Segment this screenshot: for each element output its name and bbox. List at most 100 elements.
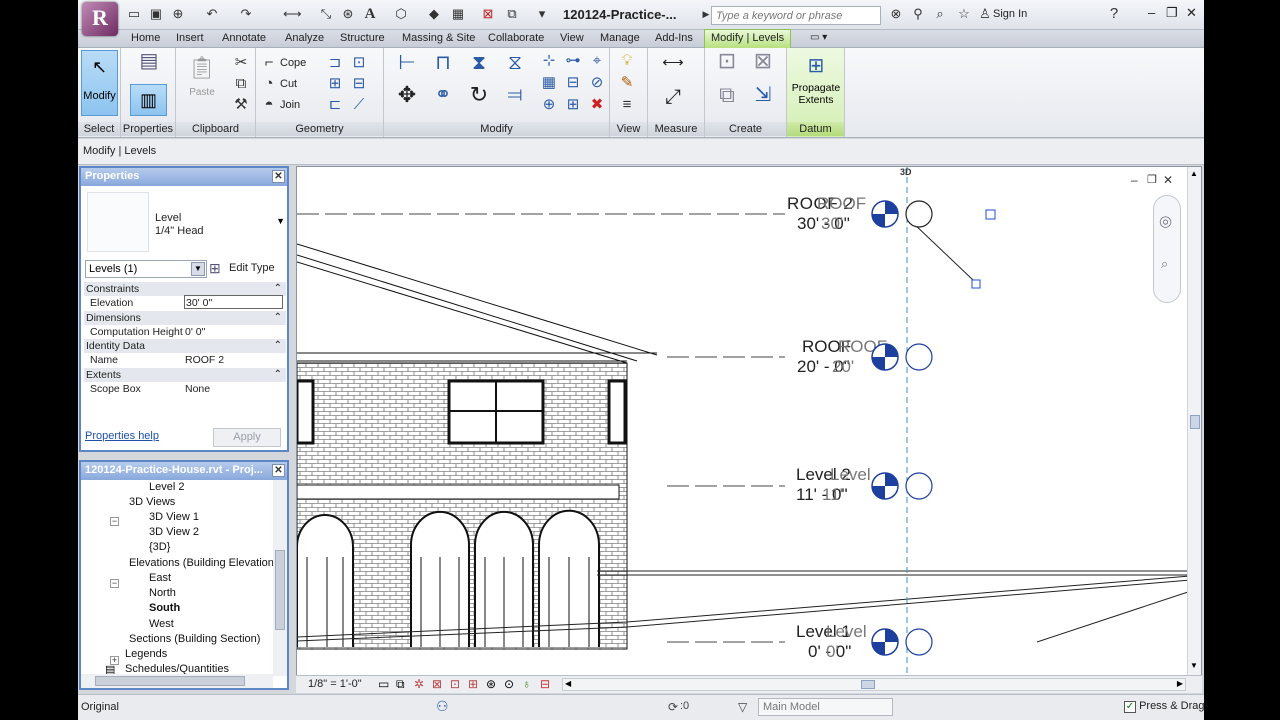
tree-item-3d-default[interactable]: {3D} [149,540,170,555]
chevron-down-icon[interactable]: ▼ [276,216,285,226]
properties-title-bar[interactable]: Properties ✕ [81,168,287,186]
tab-home[interactable]: Home [125,31,166,47]
cut-scissors-icon[interactable]: ✂ [232,54,250,72]
canvas-horizontal-scrollbar[interactable]: ◀ ▶ [562,678,1186,691]
category-dimensions[interactable]: Dimensions [84,310,286,325]
analytical-model-icon[interactable]: ♁ [522,677,531,691]
scroll-thumb[interactable] [95,676,245,686]
canvas-vertical-scrollbar[interactable]: ▲ ▼ [1187,167,1201,675]
align-icon[interactable]: ⊢ [394,53,420,80]
tab-analyze[interactable]: Analyze [279,31,330,47]
tab-structure[interactable]: Structure [334,31,391,47]
property-row-elevation[interactable]: Elevation 30' 0" [84,295,286,311]
tree-item-elevations[interactable]: Elevations (Building Elevation) [129,556,273,571]
pin-icon[interactable]: ⊕ [540,96,558,114]
tab-insert[interactable]: Insert [170,31,210,47]
tree-item-south[interactable]: South [149,601,180,616]
scroll-thumb[interactable] [1190,415,1200,429]
linework-icon[interactable]: ≡ [618,96,636,114]
create-group-icon[interactable]: ⊠ [749,50,777,80]
modify-button[interactable]: ↖ Modify [81,50,118,116]
category-constraints[interactable]: Constraints [84,282,286,296]
scroll-right-icon[interactable]: ▶ [1177,679,1183,688]
panel-label-view[interactable]: View [610,122,647,136]
apply-button[interactable]: Apply [213,428,281,447]
tree-item-3d-views[interactable]: 3D Views [129,495,175,510]
properties-button[interactable]: ▥ [130,84,167,116]
lock-icon[interactable]: ⊞ [564,96,582,114]
binoculars-icon[interactable]: ⊗ [888,6,904,22]
beam-icon[interactable]: ⟋ [350,96,368,114]
create-similar-icon[interactable]: ⊡ [713,50,741,80]
unpin-icon[interactable]: ⊘ [588,74,606,92]
level-bubble-level-1[interactable] [871,628,933,656]
filter-icon[interactable]: ▽ [738,700,747,714]
tab-manage[interactable]: Manage [594,31,646,47]
scroll-down-icon[interactable]: ▼ [1190,661,1198,670]
help-icon[interactable]: ? [1106,6,1122,22]
mirror-pick-axis-icon[interactable]: ⧗ [466,53,492,80]
join-roof-icon[interactable]: ⊏ [326,96,344,114]
save-icon[interactable]: ▣ [148,6,164,22]
property-value[interactable]: None [185,382,210,396]
close-icon[interactable]: ✕ [1163,173,1173,187]
panel-label-measure[interactable]: Measure [648,122,704,136]
property-value[interactable]: ROOF 2 [185,353,224,367]
level-bubble-level-2[interactable] [871,472,933,500]
edit-type-button[interactable]: Edit Type [229,262,275,274]
scroll-up-icon[interactable]: ▲ [1190,169,1198,178]
property-value[interactable]: 0' 0" [185,325,205,339]
section-icon[interactable]: ◆ [426,6,442,22]
detail-level-icon[interactable]: ▭ [378,677,389,691]
minimize-icon[interactable]: – [1131,173,1138,187]
undo-icon[interactable]: ↶ [204,6,220,22]
cope-icon[interactable]: ⌐ [260,54,278,72]
favorites-star-icon[interactable]: ☆ [956,6,972,22]
communication-icon[interactable]: ⌕ [932,6,948,22]
cut-geometry-button[interactable]: Cut [280,77,297,91]
create-assembly-icon[interactable]: ⇲ [749,85,777,114]
temporary-hide-icon[interactable]: ⊛ [486,677,496,691]
panel-label-select[interactable]: Select [78,122,120,136]
level-bubble-roof-2[interactable] [871,200,933,228]
customize-qat-icon[interactable]: ▾ [534,6,550,22]
tag-icon[interactable]: ⊛ [340,6,356,22]
join-icon[interactable]: ◓ [260,96,278,114]
tree-item-3d-view-2[interactable]: 3D View 2 [149,525,199,540]
close-icon[interactable]: ✕ [1186,5,1197,21]
split-face-icon[interactable]: ⊡ [350,54,368,72]
mirror-draw-axis-icon[interactable]: ⧖ [502,53,528,80]
3d-view-icon[interactable]: ⬡ [393,6,409,22]
scale-icon[interactable]: ⊟ [564,74,582,92]
property-row-scope-box[interactable]: Scope Box None [84,382,286,397]
measure-between-icon[interactable]: ⟷ [658,54,688,72]
browser-horizontal-scrollbar[interactable] [81,674,273,688]
restore-icon[interactable]: ❐ [1166,5,1178,21]
ribbon-minimize-toggle[interactable]: ▭ ▾ [804,31,833,47]
properties-help-link[interactable]: Properties help [85,430,159,442]
split-gap-icon[interactable]: ⊶ [564,52,582,70]
panel-label-properties[interactable]: Properties [121,122,175,136]
tab-modify-levels[interactable]: Modify | Levels [704,29,792,48]
paste-button[interactable]: 📋︎ Paste [184,52,220,110]
tab-collaborate[interactable]: Collaborate [482,31,550,47]
press-drag-toggle[interactable]: ✓ Press & Drag [1124,700,1204,713]
paint-icon[interactable]: ⊞ [326,75,344,93]
editable-only-icon[interactable]: ⟳ [668,700,678,714]
type-properties-icon[interactable]: ▤ [137,51,161,78]
copy-icon[interactable]: ⧉ [232,75,250,93]
aligned-dimension-icon[interactable]: ⤢ [658,87,688,107]
category-extents[interactable]: Extents [84,367,286,382]
tab-add-ins[interactable]: Add-Ins [649,31,699,47]
worksets-icon[interactable]: ⚇ [436,698,449,715]
tab-annotate[interactable]: Annotate [216,31,272,47]
match-properties-icon[interactable]: ⚒ [232,96,250,114]
crop-view-icon[interactable]: ⊡ [450,677,460,691]
design-option-dropdown[interactable]: Main Model [758,698,893,716]
zoom-icon[interactable]: ⌕ [1161,256,1168,272]
subscription-icon[interactable]: ⚲ [910,6,926,22]
scroll-left-icon[interactable]: ◀ [565,679,571,688]
browser-vertical-scrollbar[interactable] [273,480,287,676]
trim-extend-icon[interactable]: ⫤ [502,85,528,112]
show-crop-icon[interactable]: ⊞ [468,677,478,691]
